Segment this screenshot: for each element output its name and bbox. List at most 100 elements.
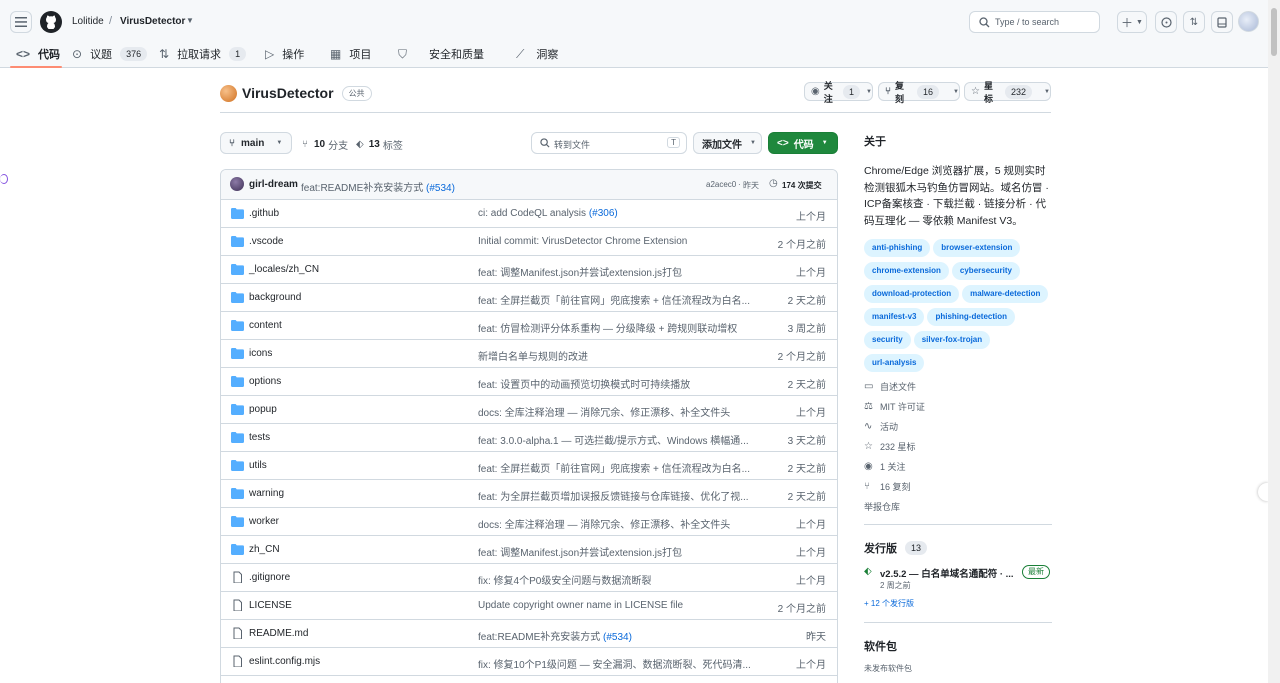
file-commit-message[interactable]: docs: 全库注释治理 — 消除冗余、修正漂移、补全文件头 [478, 516, 730, 531]
file-name[interactable]: .vscode [249, 236, 283, 247]
file-row[interactable]: .vscode Initial commit: VirusDetector Chr… [221, 228, 837, 256]
file-commit-message[interactable]: Initial commit: VirusDetector Chrome Ext… [478, 236, 687, 247]
tags-link[interactable]: ⬖ 13 标签 [356, 137, 403, 152]
file-commit-pr[interactable]: (#306) [589, 208, 618, 219]
topic-tag[interactable]: manifest-v3 [864, 308, 925, 326]
file-row[interactable]: eslint.config.mjs fix: 修复10个P1级问题 — 安全漏洞、… [221, 648, 837, 676]
stars-link[interactable]: ☆ 232 星标 [864, 436, 1052, 456]
file-name[interactable]: content [249, 320, 282, 331]
file-commit-message[interactable]: feat: 全屏拦截页「前往官网」兜底搜索 + 信任流程改为白名... [478, 292, 750, 307]
issues-button[interactable] [1155, 11, 1177, 33]
file-row[interactable]: .github ci: add CodeQL analysis (#306) 上个月 [221, 200, 837, 228]
file-name[interactable]: worker [249, 516, 279, 527]
file-commit-message[interactable]: feat: 设置页中的动画预览切换模式时可持续播放 [478, 376, 690, 391]
file-name[interactable]: .github [249, 208, 279, 219]
repo-avatar[interactable] [220, 84, 237, 102]
create-new-button[interactable]: ＋ ▼ [1117, 11, 1147, 33]
menu-button[interactable] [10, 11, 32, 33]
file-commit-message[interactable]: feat: 全屏拦截页「前往官网」兜底搜索 + 信任流程改为白名... [478, 460, 750, 475]
file-commit-message[interactable]: feat: 调整Manifest.json并尝试extension.js打包 [478, 264, 682, 279]
branch-select[interactable]: ⑂ main ▼ [220, 132, 292, 154]
file-row[interactable]: .gitignore fix: 修复4个P0级安全问题与数据流断裂 上个月 [221, 564, 837, 592]
commit-author[interactable]: girl-dream [249, 179, 298, 190]
file-row[interactable]: _locales/zh_CN feat: 调整Manifest.json并尝试ex… [221, 256, 837, 284]
tab-issues[interactable]: ⊙ 议题 376 [72, 40, 148, 68]
watchers-link[interactable]: ◉ 1 关注 [864, 456, 1052, 476]
file-commit-message[interactable]: 新增白名单与规则的改进 [478, 348, 588, 363]
file-row[interactable]: zh_CN feat: 调整Manifest.json并尝试extension.j… [221, 536, 837, 564]
file-row[interactable]: utils feat: 全屏拦截页「前往官网」兜底搜索 + 信任流程改为白名...… [221, 452, 837, 480]
file-row[interactable]: README.md feat:README补充安装方式 (#534) 昨天 [221, 620, 837, 648]
tab-security[interactable]: ⛉ 安全和质量 [398, 40, 484, 68]
file-commit-message[interactable]: fix: 修复4个P0级安全问题与数据流断裂 [478, 572, 651, 587]
side-handle-icon[interactable] [0, 174, 8, 184]
tab-pull-requests[interactable]: ⇅ 拉取请求 1 [159, 40, 247, 68]
breadcrumb-repo[interactable]: VirusDetector [120, 16, 185, 27]
file-name[interactable]: warning [249, 488, 284, 499]
add-file-button[interactable]: 添加文件 ▼ [693, 132, 762, 154]
topic-tag[interactable]: malware-detection [962, 285, 1049, 303]
file-name[interactable]: .gitignore [249, 572, 290, 583]
file-name[interactable]: background [249, 292, 301, 303]
commits-count-link[interactable]: 174 次提交 [782, 180, 822, 191]
file-commit-message[interactable]: feat: 仿冒检测评分体系重构 — 分级降级 + 跨规则联动增权 [478, 320, 737, 335]
topic-tag[interactable]: browser-extension [933, 239, 1021, 257]
tab-projects[interactable]: ▦ 项目 [330, 40, 371, 68]
tab-insights[interactable]: ⟋ 洞察 [516, 40, 558, 68]
watch-button[interactable]: ◉ 关注 1 ▼ [804, 81, 873, 104]
file-commit-message[interactable]: docs: 全库注释治理 — 消除冗余、修正漂移、补全文件头 [478, 404, 730, 419]
commit-sha[interactable]: a2acec0 [706, 180, 736, 189]
avatar[interactable] [1238, 11, 1259, 32]
file-row[interactable]: worker docs: 全库注释治理 — 消除冗余、修正漂移、补全文件头 上个月 [221, 508, 837, 536]
file-commit-message[interactable]: fix: 修复10个P1级问题 — 安全漏洞、数据流断裂、死代码清... [478, 656, 751, 671]
commit-message[interactable]: feat:README补充安装方式 (#534) [301, 179, 455, 194]
file-name[interactable]: popup [249, 404, 277, 415]
fork-button[interactable]: ⑂ 复刻 16 ▼ [878, 81, 960, 104]
topic-tag[interactable]: security [864, 331, 911, 349]
file-name[interactable]: zh_CN [249, 544, 280, 555]
file-row[interactable]: icons 新增白名单与规则的改进 2 个月之前 [221, 340, 837, 368]
star-button[interactable]: ☆ 星标 232 ▼ [964, 81, 1051, 104]
file-row[interactable]: options feat: 设置页中的动画预览切换模式时可持续播放 2 天之前 [221, 368, 837, 396]
pull-requests-button[interactable]: ⇅ [1183, 11, 1205, 33]
github-logo-icon[interactable] [40, 11, 62, 33]
file-name[interactable]: eslint.config.mjs [249, 656, 320, 667]
file-row[interactable]: content feat: 仿冒检测评分体系重构 — 分级降级 + 跨规则联动增权… [221, 312, 837, 340]
activity-link[interactable]: ∿ 活动 [864, 416, 1052, 436]
file-row[interactable]: LICENSE Update copyright owner name in LI… [221, 592, 837, 620]
file-name[interactable]: _locales/zh_CN [249, 264, 319, 275]
page-scrollbar[interactable] [1268, 0, 1280, 683]
more-releases-link[interactable]: + 12 个发行版 [864, 598, 1052, 609]
branches-link[interactable]: ⑂ 10 分支 [302, 137, 348, 152]
file-name[interactable]: README.md [249, 628, 308, 639]
file-name[interactable]: icons [249, 348, 272, 359]
topic-tag[interactable]: chrome-extension [864, 262, 949, 280]
forks-link[interactable]: ⑂ 16 复刻 [864, 476, 1052, 496]
tab-code[interactable]: <> 代码 [16, 40, 60, 68]
releases-header[interactable]: 发行版 13 [864, 540, 1052, 556]
latest-release[interactable]: ⬖ v2.5.2 — 白名单域名通配符 · ... 最新 2 周之前 [864, 565, 1052, 596]
tab-actions[interactable]: ▷ 操作 [265, 40, 304, 68]
repo-name[interactable]: VirusDetector [242, 85, 334, 101]
readme-link[interactable]: ▭ 自述文件 [864, 376, 1052, 396]
file-row[interactable]: background feat: 全屏拦截页「前往官网」兜底搜索 + 信任流程改为… [221, 284, 837, 312]
topic-tag[interactable]: download-protection [864, 285, 960, 303]
file-row[interactable]: tests feat: 3.0.0-alpha.1 — 可选拦截/提示方式、Win… [221, 424, 837, 452]
file-commit-message[interactable]: ci: add CodeQL analysis (#306) [478, 208, 618, 219]
search-input[interactable]: Type / to search [969, 11, 1100, 33]
file-row[interactable]: warning feat: 为全屏拦截页增加误报反馈链接与仓库链接、优化了视...… [221, 480, 837, 508]
breadcrumb-owner[interactable]: Lolitide [72, 16, 104, 27]
packages-title[interactable]: 软件包 [864, 638, 1052, 654]
goto-file-input[interactable]: 转到文件 T [531, 132, 687, 154]
topic-tag[interactable]: cybersecurity [951, 262, 1020, 280]
license-link[interactable]: ⚖ MIT 许可证 [864, 396, 1052, 416]
repo-switch-caret-icon[interactable]: ▼ [186, 16, 194, 25]
file-name[interactable]: utils [249, 460, 267, 471]
topic-tag[interactable]: anti-phishing [864, 239, 931, 257]
file-name[interactable]: options [249, 376, 281, 387]
topic-tag[interactable]: silver-fox-trojan [913, 331, 991, 349]
file-name[interactable]: tests [249, 432, 270, 443]
file-commit-message[interactable]: feat: 调整Manifest.json并尝试extension.js打包 [478, 544, 682, 559]
author-avatar[interactable] [230, 177, 244, 191]
file-name[interactable]: LICENSE [249, 600, 292, 611]
